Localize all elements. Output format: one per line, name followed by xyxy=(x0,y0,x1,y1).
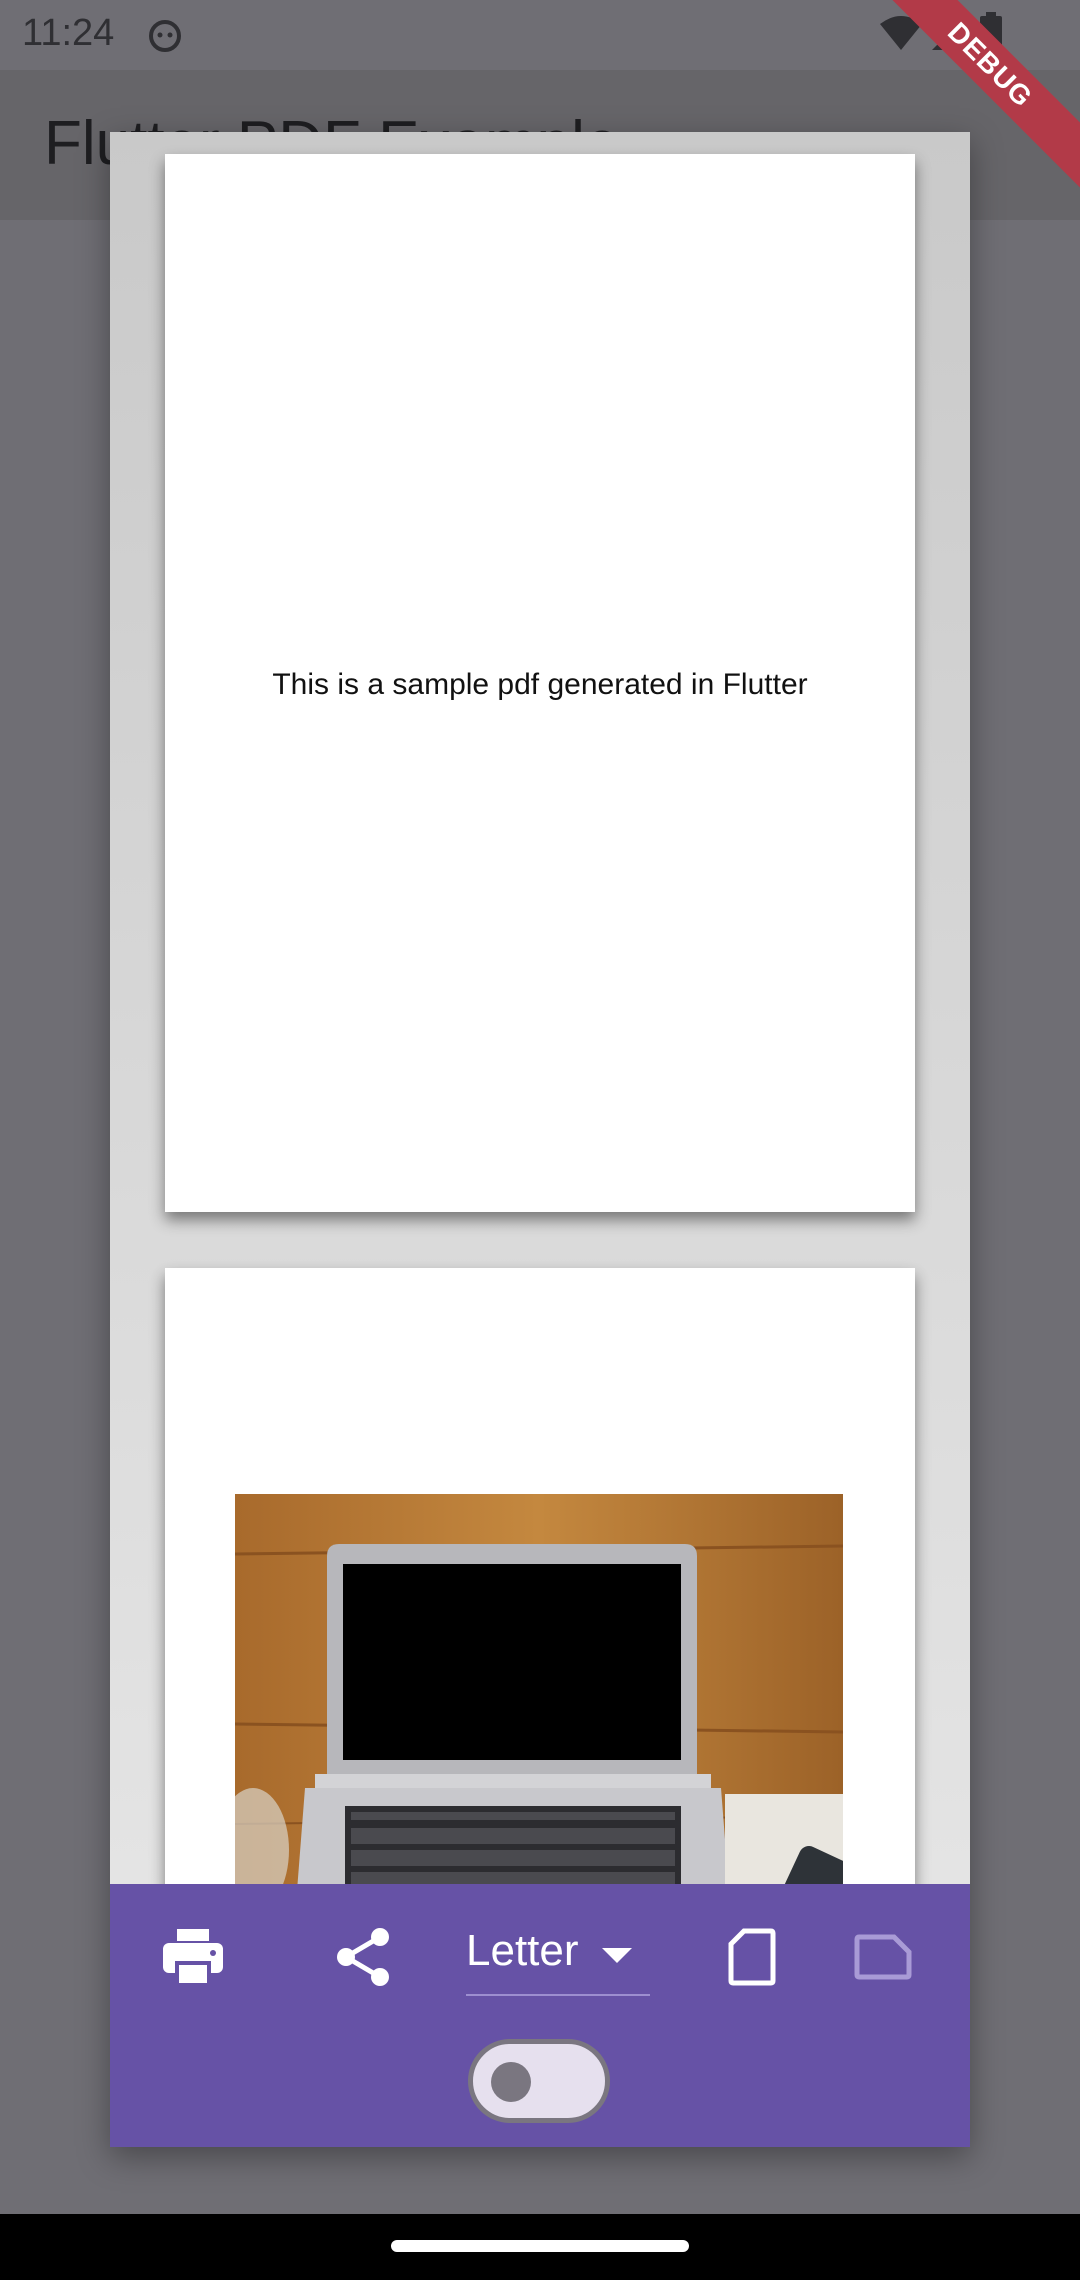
pdf-preview-dialog: This is a sample pdf generated in Flutte… xyxy=(110,132,970,2147)
cellular-signal-icon xyxy=(932,18,964,50)
notification-icon xyxy=(149,20,181,52)
dropdown-arrow-icon xyxy=(602,1948,632,1963)
print-button[interactable] xyxy=(148,1912,238,2002)
pdf-page-text: This is a sample pdf generated in Flutte… xyxy=(272,668,808,701)
navigation-bar xyxy=(0,2214,1080,2280)
status-bar: 11:24 xyxy=(0,0,1080,70)
print-icon xyxy=(163,1929,223,1985)
toggle-knob xyxy=(491,2062,531,2102)
status-time: 11:24 xyxy=(22,12,115,54)
laptop-photo xyxy=(235,1494,843,1884)
portrait-page-icon xyxy=(728,1928,776,1986)
landscape-page-icon xyxy=(854,1934,912,1980)
wifi-icon xyxy=(880,16,922,50)
home-gesture-handle[interactable] xyxy=(391,2240,689,2252)
landscape-orientation-button[interactable] xyxy=(838,1912,928,2002)
pdf-preview-scroll-area[interactable]: This is a sample pdf generated in Flutte… xyxy=(110,132,970,1884)
pdf-page-1: This is a sample pdf generated in Flutte… xyxy=(165,154,915,1212)
battery-icon xyxy=(980,12,1002,54)
pdf-actions-toolbar: Letter xyxy=(110,1884,970,2147)
share-icon xyxy=(337,1928,389,1986)
portrait-orientation-button[interactable] xyxy=(707,1912,797,2002)
toggle-switch[interactable] xyxy=(468,2039,610,2123)
page-format-dropdown[interactable]: Letter xyxy=(466,1918,650,1996)
page-format-value: Letter xyxy=(466,1926,579,1975)
pdf-page-2 xyxy=(165,1268,915,1884)
share-button[interactable] xyxy=(318,1912,408,2002)
